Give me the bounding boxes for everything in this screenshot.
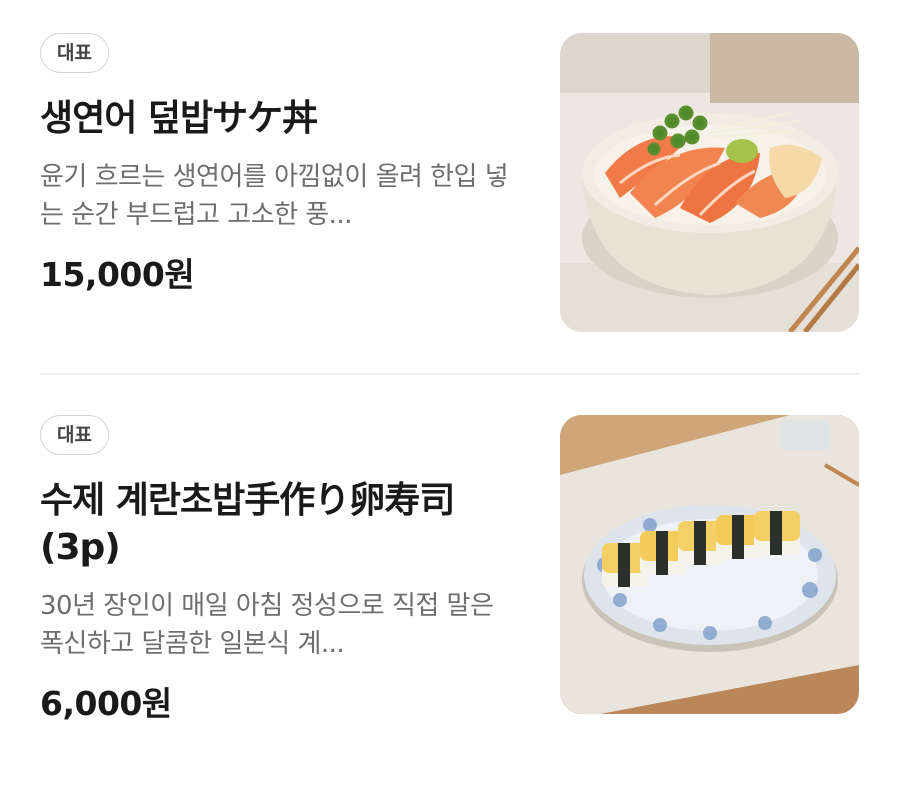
- tamago-sushi-image[interactable]: [560, 415, 859, 714]
- menu-list: 대표 생연어 덮밥サケ丼 윤기 흐르는 생연어를 아낌없이 올려 한입 넣는 순…: [0, 0, 899, 787]
- menu-item-description: 30년 장인이 매일 아침 정성으로 직접 말은 폭신하고 달콤한 일본식 계.…: [40, 591, 494, 659]
- salmon-bowl-illustration: [560, 33, 859, 332]
- menu-item-price: 15,000원: [40, 255, 195, 294]
- menu-item-description: 윤기 흐르는 생연어를 아낌없이 올려 한입 넣는 순간 부드럽고 고소한 풍.…: [40, 162, 509, 230]
- menu-item[interactable]: 대표 생연어 덮밥サケ丼 윤기 흐르는 생연어를 아낌없이 올려 한입 넣는 순…: [40, 33, 859, 333]
- item-divider: [40, 373, 859, 375]
- menu-item-text: 대표 수제 계란초밥手作り卵寿司(3p) 30년 장인이 매일 아침 정성으로 …: [40, 415, 520, 725]
- menu-item[interactable]: 대표 수제 계란초밥手作り卵寿司(3p) 30년 장인이 매일 아침 정성으로 …: [40, 415, 859, 755]
- menu-item-title: 생연어 덮밥サケ丼: [40, 98, 318, 139]
- menu-item-title: 수제 계란초밥手作り卵寿司(3p): [40, 480, 455, 568]
- salmon-bowl-image[interactable]: [560, 33, 859, 332]
- tamago-sushi-illustration: [560, 415, 859, 714]
- menu-item-text: 대표 생연어 덮밥サケ丼 윤기 흐르는 생연어를 아낌없이 올려 한입 넣는 순…: [40, 33, 520, 296]
- menu-item-price: 6,000원: [40, 684, 172, 723]
- signature-badge: 대표: [40, 415, 109, 455]
- signature-badge: 대표: [40, 33, 109, 73]
